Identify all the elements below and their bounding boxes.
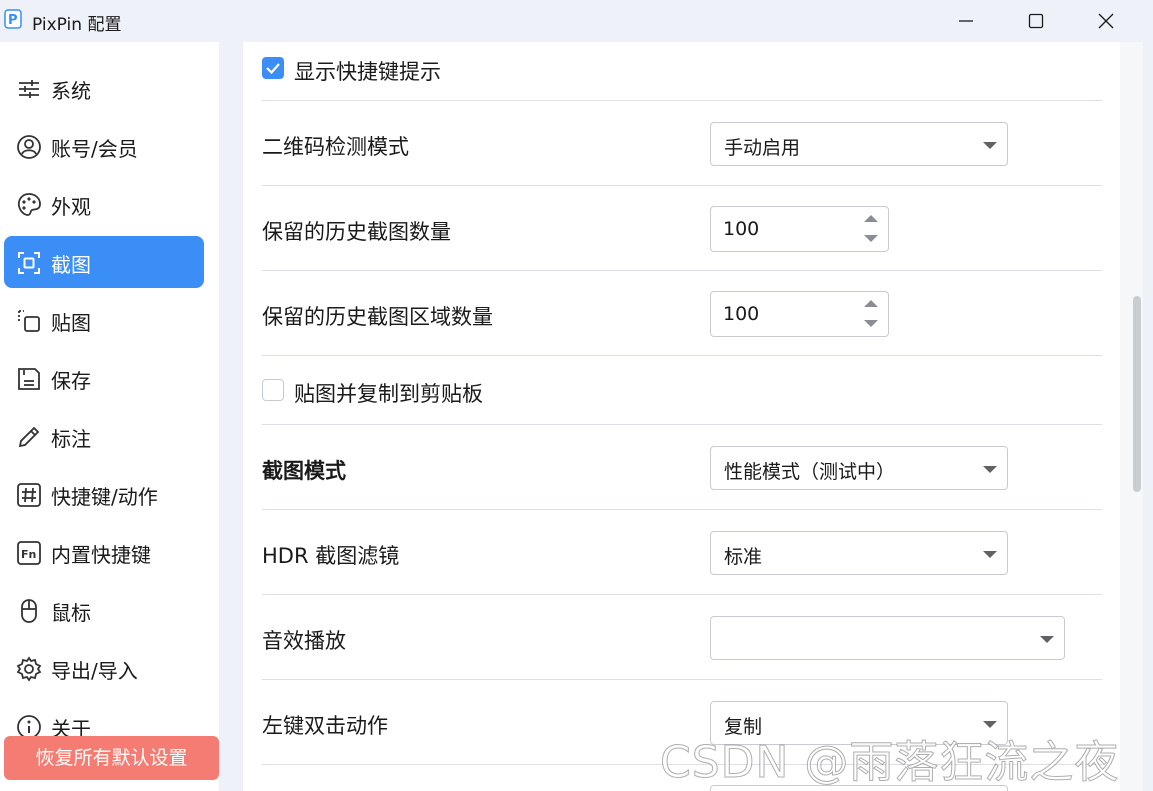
sidebar-item-label: 贴图 xyxy=(51,311,91,335)
sidebar-item-label: 快捷键/动作 xyxy=(51,485,158,509)
sidebar-item-pin[interactable]: 贴图 xyxy=(4,294,204,346)
qr-mode-select[interactable]: 手动启用 xyxy=(710,122,1008,166)
palette-icon xyxy=(17,193,41,216)
qr-mode-label: 二维码检测模式 xyxy=(262,135,409,159)
mouse-icon xyxy=(21,599,37,623)
scrollbar-thumb[interactable] xyxy=(1133,296,1141,492)
history-region-count-stepper[interactable]: 100 xyxy=(710,291,889,337)
sidebar-item-mouse[interactable]: 鼠标 xyxy=(4,584,204,636)
sidebar-item-label: 截图 xyxy=(51,253,91,277)
hash-icon xyxy=(17,483,41,507)
pin-copy-label: 贴图并复制到剪贴板 xyxy=(294,382,483,406)
sidebar-item-save[interactable]: 保存 xyxy=(4,352,204,404)
svg-text:P: P xyxy=(8,13,18,28)
history-count-label: 保留的历史截图数量 xyxy=(262,220,451,244)
sidebar-item-label: 标注 xyxy=(51,427,91,451)
user-icon xyxy=(17,135,41,159)
decrement-arrow-icon[interactable] xyxy=(864,235,878,242)
screenshot-icon xyxy=(18,252,40,274)
minimize-icon xyxy=(959,20,973,22)
sidebar: 系统 账号/会员 外观 截图 贴图 保存 标注 快捷键/动作 Fn 内置快捷键 … xyxy=(0,42,219,791)
increment-arrow-icon[interactable] xyxy=(864,215,878,222)
qr-mode-row: 二维码检测模式 手动启用 xyxy=(262,122,1102,166)
divider xyxy=(262,270,1102,271)
maximize-button[interactable] xyxy=(1013,0,1059,42)
window-edge xyxy=(1143,0,1153,791)
history-count-row: 保留的历史截图数量 100 xyxy=(262,206,1102,252)
svg-text:Fn: Fn xyxy=(21,548,36,561)
divider xyxy=(262,185,1102,186)
increment-arrow-icon[interactable] xyxy=(864,300,878,307)
hdr-filter-value: 标准 xyxy=(724,546,763,568)
pin-icon xyxy=(18,310,40,332)
sidebar-item-label: 账号/会员 xyxy=(51,137,138,161)
maximize-icon xyxy=(1028,13,1044,29)
sidebar-item-label: 系统 xyxy=(51,79,91,103)
pencil-icon xyxy=(18,426,40,448)
history-count-stepper[interactable]: 100 xyxy=(710,206,889,252)
sidebar-item-appearance[interactable]: 外观 xyxy=(4,178,204,230)
show-shortcut-hint-label: 显示快捷键提示 xyxy=(294,60,441,84)
sidebar-item-label: 导出/导入 xyxy=(51,659,138,683)
history-region-count-value: 100 xyxy=(723,303,760,325)
qr-mode-value: 手动启用 xyxy=(724,137,801,159)
window-title: PixPin 配置 xyxy=(32,15,122,35)
divider xyxy=(262,509,1102,510)
sound-label: 音效播放 xyxy=(262,629,346,653)
sidebar-item-label: 外观 xyxy=(51,195,91,219)
watermark: CSDN @雨落狂流之夜 xyxy=(659,737,1120,789)
sidebar-item-annotate[interactable]: 标注 xyxy=(4,410,204,462)
content-gutter xyxy=(219,42,243,791)
sidebar-item-label: 内置快捷键 xyxy=(51,543,151,567)
sound-select[interactable] xyxy=(710,616,1065,660)
save-icon xyxy=(18,368,40,390)
pin-copy-checkbox[interactable] xyxy=(262,379,284,401)
capture-mode-row: 截图模式 性能模式（测试中） xyxy=(262,446,1102,490)
divider xyxy=(262,424,1102,425)
title-bar: P PixPin 配置 xyxy=(0,0,1143,42)
sidebar-item-builtin-hotkeys[interactable]: Fn 内置快捷键 xyxy=(4,526,204,578)
minimize-button[interactable] xyxy=(943,0,989,42)
decrement-arrow-icon[interactable] xyxy=(864,320,878,327)
chevron-down-icon xyxy=(1040,636,1054,643)
sidebar-item-system[interactable]: 系统 xyxy=(4,62,204,114)
history-count-value: 100 xyxy=(723,218,760,240)
chevron-down-icon xyxy=(983,466,997,473)
fn-key-icon: Fn xyxy=(17,541,41,565)
close-icon xyxy=(1098,13,1114,29)
chevron-down-icon xyxy=(983,142,997,149)
sidebar-item-hotkeys[interactable]: 快捷键/动作 xyxy=(4,468,204,520)
sidebar-item-label: 保存 xyxy=(51,369,91,393)
hdr-filter-row: HDR 截图滤镜 标准 xyxy=(262,531,1102,575)
sidebar-item-export-import[interactable]: 导出/导入 xyxy=(4,642,204,694)
show-shortcut-hint-checkbox[interactable] xyxy=(262,57,284,79)
reset-defaults-button[interactable]: 恢复所有默认设置 xyxy=(4,736,219,780)
settings-panel: 显示快捷键提示 二维码检测模式 手动启用 保留的历史截图数量 100 保留的历史… xyxy=(243,42,1120,791)
capture-mode-label: 截图模式 xyxy=(262,459,346,483)
pin-copy-row: 贴图并复制到剪贴板 xyxy=(262,378,1102,408)
history-region-count-label: 保留的历史截图区域数量 xyxy=(262,305,493,329)
sidebar-item-screenshot[interactable]: 截图 xyxy=(4,236,204,288)
pixpin-logo-icon: P xyxy=(4,9,22,29)
capture-mode-value: 性能模式（测试中） xyxy=(724,461,896,483)
divider xyxy=(262,355,1102,356)
double-click-label: 左键双击动作 xyxy=(262,714,388,738)
sidebar-item-account[interactable]: 账号/会员 xyxy=(4,120,204,172)
capture-mode-select[interactable]: 性能模式（测试中） xyxy=(710,446,1008,490)
sliders-icon xyxy=(19,80,39,98)
sidebar-item-label: 鼠标 xyxy=(51,601,91,625)
hdr-filter-select[interactable]: 标准 xyxy=(710,531,1008,575)
history-region-count-row: 保留的历史截图区域数量 100 xyxy=(262,291,1102,337)
hdr-filter-label: HDR 截图滤镜 xyxy=(262,544,400,568)
sound-row: 音效播放 xyxy=(262,616,1102,660)
divider xyxy=(262,100,1102,101)
gear-icon xyxy=(16,656,42,682)
divider xyxy=(262,679,1102,680)
divider xyxy=(262,594,1102,595)
checkmark-icon xyxy=(266,63,280,75)
show-shortcut-hint-row: 显示快捷键提示 xyxy=(262,56,1102,86)
close-button[interactable] xyxy=(1083,0,1129,42)
chevron-down-icon xyxy=(983,551,997,558)
